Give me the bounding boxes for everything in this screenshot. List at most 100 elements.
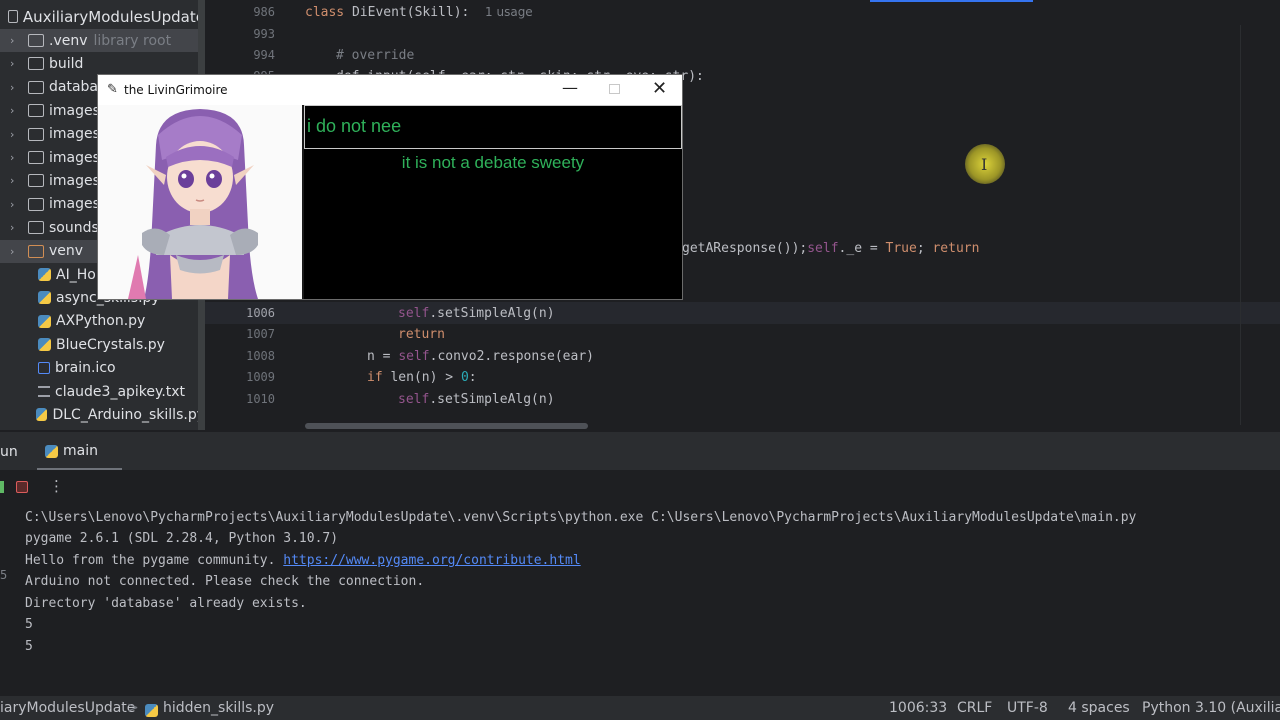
chevron-right-icon[interactable]: › xyxy=(10,57,22,70)
chevron-right-icon[interactable]: › xyxy=(10,128,22,141)
python-file-icon xyxy=(38,314,51,328)
code-token: 0 xyxy=(460,370,469,385)
code-line[interactable]: getAResponse());self._e = True; return xyxy=(682,241,979,256)
tab-main[interactable]: main xyxy=(37,432,122,470)
window-titlebar[interactable]: ✎ the LivinGrimoire — ✕ xyxy=(98,75,682,105)
code-line[interactable]: # override xyxy=(336,48,414,63)
tree-item-label: AXPython.py xyxy=(56,313,146,330)
code-token: DiEvent(Skill): xyxy=(351,5,470,20)
minimize-button[interactable]: — xyxy=(562,78,578,97)
right-margin-guide xyxy=(1240,25,1241,425)
code-token: True xyxy=(885,241,917,256)
run-panel-header: un main xyxy=(0,432,1280,470)
console-line: 5 xyxy=(25,639,33,654)
tree-item-label: .venv xyxy=(49,32,88,49)
code-token: : xyxy=(468,370,477,385)
anime-avatar-illustration xyxy=(98,105,302,299)
folder-icon xyxy=(28,151,44,164)
tree-item[interactable]: brain.ico xyxy=(0,357,205,380)
tree-item[interactable]: › .venv library root xyxy=(0,29,205,52)
chevron-right-icon[interactable]: › xyxy=(10,81,22,94)
excluded-folder-icon xyxy=(28,244,44,258)
console-text: Hello from the pygame community. xyxy=(25,553,284,568)
console-link[interactable]: https://www.pygame.org/contribute.html xyxy=(283,553,580,568)
chat-input-text: i do not nee xyxy=(307,116,402,136)
maximize-button[interactable] xyxy=(609,84,620,94)
python-file-icon xyxy=(38,338,51,352)
project-root[interactable]: AuxiliaryModulesUpdate xyxy=(0,5,205,28)
console-line: C:\Users\Lenovo\PycharmProjects\Auxiliar… xyxy=(25,510,1137,525)
image-file-icon xyxy=(38,362,50,375)
chevron-right-icon[interactable]: › xyxy=(10,245,22,258)
chevron-right-icon[interactable]: › xyxy=(10,151,22,164)
tree-item-label: sounds xyxy=(49,219,99,236)
python-file-icon xyxy=(38,268,51,281)
chevron-right-icon[interactable]: › xyxy=(10,198,22,211)
close-button[interactable]: ✕ xyxy=(652,78,667,99)
text-cursor-icon: I xyxy=(981,155,988,174)
tree-item-label: BlueCrystals.py xyxy=(56,336,165,353)
chevron-right-icon[interactable]: › xyxy=(10,34,22,47)
editor-horizontal-scrollbar[interactable] xyxy=(305,423,588,429)
tree-item-hint: library root xyxy=(93,32,172,49)
feather-icon: ✎ xyxy=(107,82,118,97)
breadcrumb-project[interactable]: iaryModulesUpdate xyxy=(0,700,135,716)
code-line[interactable]: self.setSimpleAlg(n) xyxy=(398,306,555,321)
console-line: Hello from the pygame community. https:/… xyxy=(25,553,581,568)
livingrimoire-window[interactable]: ✎ the LivinGrimoire — ✕ i do not nee it … xyxy=(97,74,683,300)
folder-icon xyxy=(28,34,44,47)
chevron-right-icon[interactable]: › xyxy=(10,174,22,187)
tree-item[interactable]: AXPython.py xyxy=(0,310,205,333)
code-line[interactable]: n = self.convo2.response(ear) xyxy=(367,349,594,364)
tree-item-label: brain.ico xyxy=(55,360,116,377)
line-number: 993 xyxy=(253,27,275,41)
folder-icon xyxy=(28,104,44,118)
folder-icon xyxy=(28,127,44,141)
code-line[interactable]: return xyxy=(398,327,445,342)
run-toolbar: ⋮ xyxy=(0,470,1280,506)
code-line[interactable]: self.setSimpleAlg(n) xyxy=(398,392,555,407)
python-icon xyxy=(145,704,158,717)
folder-icon xyxy=(28,197,44,211)
code-line[interactable]: if len(n) > 0: xyxy=(367,370,477,385)
project-root-label: AuxiliaryModulesUpdate xyxy=(22,7,205,26)
code-token: return xyxy=(398,327,445,342)
code-token: self xyxy=(398,306,430,321)
chevron-right-icon[interactable]: › xyxy=(10,104,22,117)
tree-item[interactable]: claude3_apikey.txt xyxy=(0,380,205,403)
caret-position[interactable]: 1006:33 xyxy=(889,700,947,716)
code-line[interactable]: class DiEvent(Skill): 1 usage xyxy=(305,5,533,20)
python-interpreter[interactable]: Python 3.10 (Auxiliary xyxy=(1142,700,1280,716)
folder-icon xyxy=(28,57,44,71)
bot-response-text: it is not a debate sweety xyxy=(401,153,585,172)
console-line: pygame 2.6.1 (SDL 2.28.4, Python 3.10.7) xyxy=(25,531,339,546)
folder-icon xyxy=(28,221,44,235)
breadcrumb-file[interactable]: hidden_skills.py xyxy=(163,700,274,716)
tree-item[interactable]: › build xyxy=(0,52,205,75)
more-options-button[interactable]: ⋮ xyxy=(49,477,64,495)
line-number: 1007 xyxy=(246,327,275,341)
file-encoding[interactable]: UTF-8 xyxy=(1007,700,1048,716)
folder-icon xyxy=(8,10,18,23)
code-token: if xyxy=(367,370,391,385)
indent-setting[interactable]: 4 spaces xyxy=(1068,700,1130,716)
code-token: getAResponse()); xyxy=(682,241,808,256)
code-token: ._e = xyxy=(838,241,886,256)
rerun-icon[interactable] xyxy=(0,481,4,493)
chat-input-box[interactable]: i do not nee xyxy=(304,105,682,149)
usage-hint[interactable]: 1 usage xyxy=(485,5,533,19)
tree-item[interactable]: BlueCrystals.py xyxy=(0,333,205,356)
code-comment: # override xyxy=(336,48,415,63)
code-token: return xyxy=(932,241,980,256)
line-separator[interactable]: CRLF xyxy=(957,700,992,716)
stop-button[interactable] xyxy=(16,481,28,493)
chevron-right-icon[interactable]: › xyxy=(10,221,22,234)
folder-icon xyxy=(28,80,44,94)
status-bar: iaryModulesUpdate > hidden_skills.py 100… xyxy=(0,696,1280,720)
tree-item-label: build xyxy=(49,55,84,72)
python-file-icon xyxy=(38,291,51,305)
tree-item[interactable]: DLC_Arduino_skills.py xyxy=(0,403,205,426)
line-number-current: 1006 xyxy=(246,306,275,320)
run-console[interactable]: 5 C:\Users\Lenovo\PycharmProjects\Auxili… xyxy=(0,506,1280,696)
code-token: .setSimpleAlg(n) xyxy=(429,392,555,407)
